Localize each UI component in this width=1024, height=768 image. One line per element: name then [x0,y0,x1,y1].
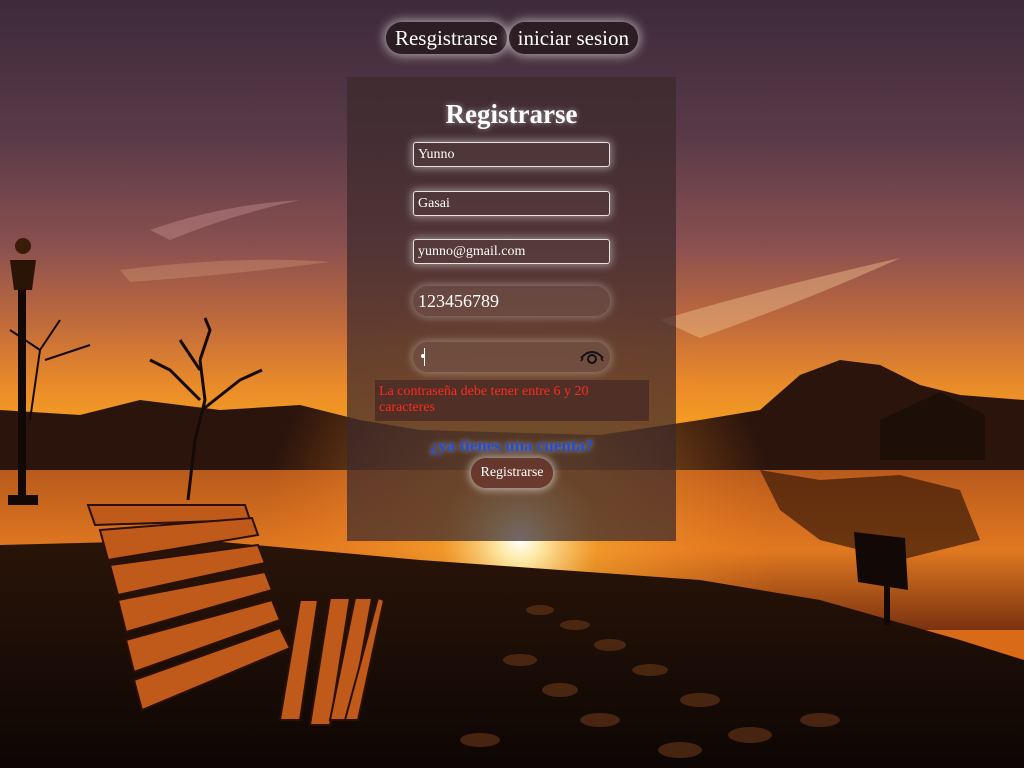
password-input[interactable] [413,342,610,372]
last-name-input[interactable]: Gasai [413,191,610,216]
form-title: Registrarse [445,99,578,129]
top-navigation: Resgistrarse iniciar sesion [0,22,1024,54]
email-input[interactable]: yunno@gmail.com [413,239,610,264]
text-caret [424,348,425,366]
first-name-input[interactable]: Yunno [413,142,610,167]
phone-input[interactable]: 123456789 [413,286,610,316]
register-form-card: Registrarse Yunno Gasai yunno@gmail.com … [347,77,676,541]
submit-register-button[interactable]: Registrarse [471,458,553,488]
nav-register-button[interactable]: Resgistrarse [385,22,507,54]
password-error-message: La contraseña debe tener entre 6 y 20 ca… [375,380,649,421]
eye-icon[interactable] [580,348,604,366]
nav-login-button[interactable]: iniciar sesion [508,22,639,54]
have-account-link[interactable]: ¿ya tienes una cuenta? [347,436,676,456]
